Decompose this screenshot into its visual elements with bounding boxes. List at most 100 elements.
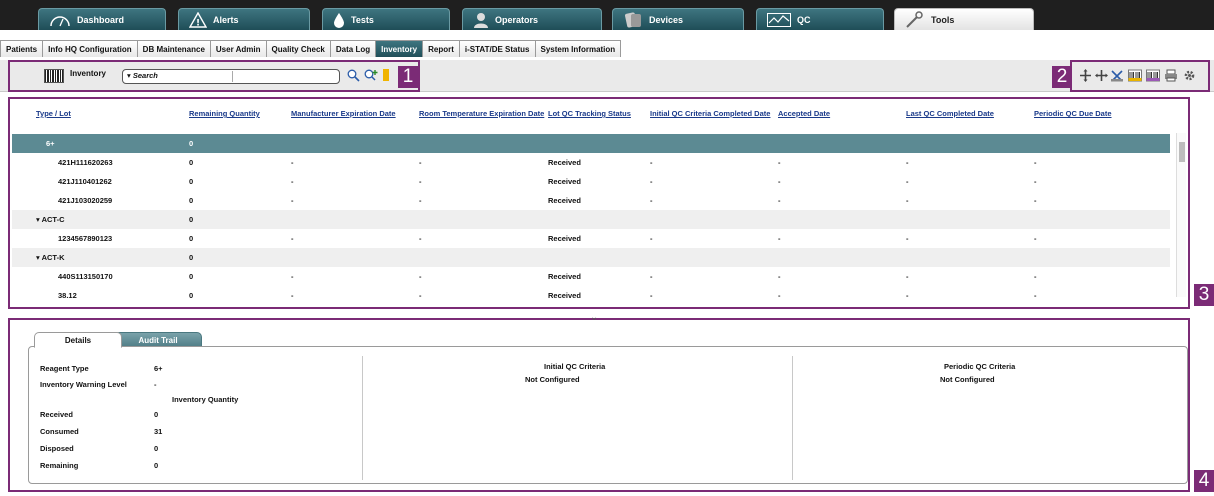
- table-cell: 0: [189, 139, 194, 148]
- subtab-user-admin[interactable]: User Admin: [209, 40, 267, 57]
- subtab-info-hq-configuration[interactable]: Info HQ Configuration: [42, 40, 138, 57]
- table-cell: -: [419, 272, 422, 281]
- group-row[interactable]: ▾ ACT-C 0: [12, 210, 1170, 229]
- table-row[interactable]: 38.12 0 - - Received - - - -: [12, 286, 1170, 305]
- table-row[interactable]: 440S113150170 0 - - Received - - - -: [12, 267, 1170, 286]
- table-cell: -: [419, 291, 422, 300]
- table-cell: 0: [189, 158, 194, 167]
- subtab-istat-de-status[interactable]: i-STAT/DE Status: [458, 40, 536, 57]
- table-cell: 0: [189, 234, 194, 243]
- initial-qc-criteria-title: Initial QC Criteria: [544, 362, 606, 371]
- search-dropdown[interactable]: ▾ Search: [125, 71, 233, 82]
- tab-tests[interactable]: Tests: [322, 8, 450, 30]
- divider: [362, 356, 363, 480]
- subtab-system-information[interactable]: System Information: [534, 40, 622, 57]
- main-navigation: Dashboard ! Alerts Tests Operators Devic…: [0, 0, 1214, 30]
- tab-tools[interactable]: Tools: [894, 8, 1034, 30]
- table-cell: 421J110401262: [58, 177, 112, 186]
- quantity-value-received: 0: [154, 410, 159, 419]
- group-row[interactable]: 6+ 0: [12, 134, 1170, 153]
- table-cell: -: [778, 291, 781, 300]
- reagent-type-label: Reagent Type: [40, 364, 89, 373]
- column-room-temperature-expiration-date[interactable]: Room Temperature Expiration Date: [419, 106, 548, 119]
- table-cell: 38.12: [58, 291, 77, 300]
- subtab-inventory[interactable]: Inventory: [375, 40, 424, 57]
- tab-dashboard[interactable]: Dashboard: [38, 8, 166, 30]
- column-initial-qc-criteria-completed-date[interactable]: Initial QC Criteria Completed Date: [650, 106, 778, 119]
- subtab-db-maintenance[interactable]: DB Maintenance: [136, 40, 211, 57]
- group-row[interactable]: ▾ ACT-K 0: [12, 248, 1170, 267]
- magnifier-icon[interactable]: [346, 68, 360, 82]
- column-last-qc-completed-date[interactable]: Last QC Completed Date: [906, 106, 1034, 119]
- callout-1: 1: [398, 66, 418, 88]
- grid-scrollbar[interactable]: [1176, 133, 1186, 297]
- grid-header: Type / Lot Remaining Quantity Manufactur…: [12, 106, 1170, 134]
- table-cell: -: [1034, 234, 1037, 243]
- splitter-chevron-icon[interactable]: ⌄: [590, 312, 598, 323]
- table-cell: 421J103020259: [58, 196, 113, 205]
- tab-label: Tests: [351, 14, 374, 25]
- table-cell: Received: [548, 177, 581, 186]
- table-cell: 440S113150170: [58, 272, 113, 281]
- table-cell: -: [906, 196, 909, 205]
- table-cell: -: [778, 158, 781, 167]
- tab-label: Tools: [931, 14, 955, 25]
- tab-label: Operators: [495, 14, 539, 25]
- table-cell: -: [291, 272, 294, 281]
- table-cell: -: [906, 272, 909, 281]
- tab-devices[interactable]: Devices: [612, 8, 744, 30]
- periodic-qc-criteria-title: Periodic QC Criteria: [944, 362, 1016, 371]
- table-cell: 1234567890123: [58, 234, 113, 243]
- column-remaining-quantity[interactable]: Remaining Quantity: [189, 106, 291, 119]
- add-lot-icon[interactable]: [1078, 68, 1092, 82]
- barcode-icon: [44, 69, 64, 83]
- table-cell: -: [650, 234, 653, 243]
- quantity-label-received: Received: [40, 410, 73, 419]
- subtab-quality-check[interactable]: Quality Check: [265, 40, 331, 57]
- grid-body: 6+ 0 421H111620263 0 - - Received - - - - 421J11040…: [12, 134, 1170, 305]
- table-row[interactable]: 421H111620263 0 - - Received - - - -: [12, 153, 1170, 172]
- barcode-add-icon[interactable]: [1128, 68, 1142, 82]
- column-type-lot[interactable]: Type / Lot: [12, 106, 189, 119]
- table-cell: -: [419, 234, 422, 243]
- table-cell: 0: [189, 196, 194, 205]
- column-lot-qc-tracking-status[interactable]: Lot QC Tracking Status: [548, 106, 650, 119]
- quantity-label-consumed: Consumed: [40, 427, 79, 436]
- table-cell: 6+: [46, 139, 55, 148]
- table-cell: 421H111620263: [58, 158, 113, 167]
- scrollbar-thumb[interactable]: [1179, 142, 1185, 162]
- move-icon[interactable]: [1094, 68, 1108, 82]
- column-accepted-date[interactable]: Accepted Date: [778, 106, 906, 119]
- table-row[interactable]: 1234567890123 0 - - Received - - - -: [12, 229, 1170, 248]
- tab-label: Dashboard: [77, 14, 125, 25]
- table-cell: Received: [548, 158, 581, 167]
- column-periodic-qc-due-date[interactable]: Periodic QC Due Date: [1034, 106, 1162, 119]
- table-cell: Received: [548, 234, 581, 243]
- table-cell: -: [1034, 177, 1037, 186]
- table-cell: Received: [548, 272, 581, 281]
- subtab-patients[interactable]: Patients: [0, 40, 44, 57]
- barcode-edit-icon[interactable]: [1146, 68, 1160, 82]
- advanced-search-icon[interactable]: [364, 68, 378, 82]
- gear-icon[interactable]: [1182, 68, 1196, 82]
- column-manufacturer-expiration-date[interactable]: Manufacturer Expiration Date: [291, 106, 419, 119]
- print-icon[interactable]: [1164, 68, 1178, 82]
- tab-operators[interactable]: Operators: [462, 8, 602, 30]
- inventory-quantity-title: Inventory Quantity: [172, 395, 239, 404]
- search-box[interactable]: ▾ Search: [122, 69, 340, 84]
- tab-qc[interactable]: QC: [756, 8, 884, 30]
- callout-4: 4: [1194, 470, 1214, 492]
- table-cell: -: [291, 177, 294, 186]
- chart-line-icon: [767, 12, 791, 27]
- folder-icon[interactable]: [382, 68, 390, 82]
- sub-navigation: Patients Info HQ Configuration DB Mainte…: [0, 40, 622, 57]
- subtab-data-log[interactable]: Data Log: [329, 40, 377, 57]
- table-cell: ▾ ACT-K: [36, 253, 65, 262]
- inventory-label: Inventory: [70, 69, 107, 78]
- table-row[interactable]: 421J103020259 0 - - Received - - - -: [12, 191, 1170, 210]
- table-row[interactable]: 421J110401262 0 - - Received - - - -: [12, 172, 1170, 191]
- dispose-icon[interactable]: [1110, 68, 1124, 82]
- subtab-report[interactable]: Report: [422, 40, 460, 57]
- tab-details[interactable]: Details: [34, 332, 122, 348]
- tab-alerts[interactable]: ! Alerts: [178, 8, 310, 30]
